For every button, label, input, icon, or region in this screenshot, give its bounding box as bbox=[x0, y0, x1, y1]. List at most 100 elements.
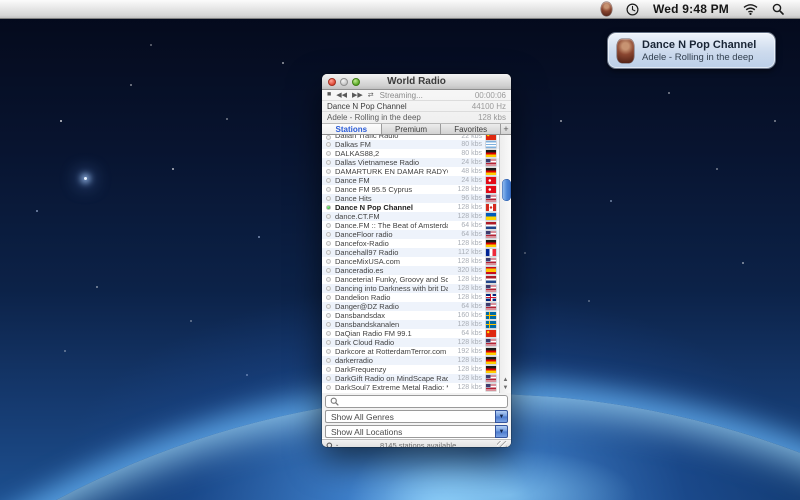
search-icon bbox=[330, 397, 339, 406]
station-name: Dancing into Darkness with brit Darbyshi… bbox=[335, 284, 448, 293]
shuffle-button[interactable]: ⇄ bbox=[368, 91, 374, 99]
station-bitrate: 128 kbs bbox=[448, 204, 482, 211]
station-row[interactable]: Danceradio.es 320 kbs bbox=[322, 266, 499, 275]
resize-grip[interactable] bbox=[497, 441, 507, 448]
station-name: Dalkas FM bbox=[335, 140, 448, 149]
location-dropdown-button[interactable]: ▼ bbox=[495, 425, 508, 438]
add-tab-button[interactable]: + bbox=[501, 124, 511, 134]
scroll-down-icon[interactable]: ▼ bbox=[503, 385, 509, 391]
station-name: dance.CT.FM bbox=[335, 212, 448, 221]
location-filter[interactable]: Show All Locations ▼ bbox=[325, 425, 508, 438]
tab-premium[interactable]: Premium bbox=[382, 124, 442, 134]
station-row[interactable]: Dance N Pop Channel 128 kbs bbox=[322, 203, 499, 212]
station-bitrate: 128 kbs bbox=[448, 357, 482, 364]
genre-dropdown-button[interactable]: ▼ bbox=[495, 410, 508, 423]
station-row[interactable]: Dancefox-Radio 128 kbs bbox=[322, 239, 499, 248]
genre-filter[interactable]: Show All Genres ▼ bbox=[325, 410, 508, 423]
current-bitrate: 128 kbs bbox=[478, 113, 506, 122]
radio-app-menu-icon[interactable] bbox=[601, 2, 612, 16]
play-status-icon bbox=[326, 331, 331, 336]
flag-ua-icon bbox=[486, 213, 496, 220]
station-row[interactable]: Dallas Vietnamese Radio 24 kbs bbox=[322, 158, 499, 167]
station-row[interactable]: Dansbandskanalen 128 kbs bbox=[322, 320, 499, 329]
menu-bar: Wed 9:48 PM bbox=[0, 0, 800, 19]
minimize-button[interactable] bbox=[340, 78, 348, 86]
zoom-button[interactable] bbox=[352, 78, 360, 86]
now-playing-notification[interactable]: Dance N Pop Channel Adele - Rolling in t… bbox=[607, 32, 776, 69]
station-name: Darkcore at RotterdamTerror.com |gabber bbox=[335, 347, 448, 356]
station-row[interactable]: DALKAS88,2 80 kbs bbox=[322, 149, 499, 158]
station-row[interactable]: DaQian Radio FM 99.1 64 kbs bbox=[322, 329, 499, 338]
chevron-down-icon: ▼ bbox=[499, 429, 505, 435]
title-bar[interactable]: World Radio bbox=[322, 74, 511, 90]
station-name: Dance Hits bbox=[335, 194, 448, 203]
station-row[interactable]: Dancing into Darkness with brit Darbyshi… bbox=[322, 284, 499, 293]
station-row[interactable]: DAMARTURK EN DAMAR RADYO 48 kbs bbox=[322, 167, 499, 176]
stop-button[interactable]: ■ bbox=[327, 91, 331, 99]
station-row[interactable]: Dance FM 95.5 Cyprus 128 kbs bbox=[322, 185, 499, 194]
list-scrollbar[interactable]: ▲ ▼ bbox=[499, 135, 511, 393]
play-status-icon bbox=[326, 349, 331, 354]
station-row[interactable]: DanceMixUSA.com 128 kbs bbox=[322, 257, 499, 266]
station-row[interactable]: Danger@DZ Radio 64 kbs bbox=[322, 302, 499, 311]
station-bitrate: 320 kbs bbox=[448, 267, 482, 274]
station-row[interactable]: Danceteria! Funky, Groovy and Soulful! 1… bbox=[322, 275, 499, 284]
wifi-icon[interactable] bbox=[743, 4, 758, 15]
station-row[interactable]: Darkcore at RotterdamTerror.com |gabber … bbox=[322, 347, 499, 356]
world-radio-window: World Radio ■ ◀◀ ▶▶ ⇄ Streaming... 00:00… bbox=[322, 74, 511, 447]
station-row[interactable]: DanceFloor radio 64 kbs bbox=[322, 230, 499, 239]
station-row[interactable]: Dandelion Radio 128 kbs bbox=[322, 293, 499, 302]
prev-button[interactable]: ◀◀ bbox=[336, 91, 347, 99]
station-name: DALKAS88,2 bbox=[335, 149, 448, 158]
station-name: DarkFrequenzy bbox=[335, 365, 448, 374]
search-icon bbox=[326, 442, 334, 448]
station-row[interactable]: Dalkas FM 80 kbs bbox=[322, 140, 499, 149]
station-list-container: Dalian Trafic Radio 22 kbs Dalkas FM 80 … bbox=[322, 135, 511, 393]
station-row[interactable]: DarkGift Radio on MindScape Radio.com 12… bbox=[322, 374, 499, 383]
station-list: Dalian Trafic Radio 22 kbs Dalkas FM 80 … bbox=[322, 135, 499, 393]
station-row[interactable]: Dance FM 24 kbs bbox=[322, 176, 499, 185]
station-name: darkerradio bbox=[335, 356, 448, 365]
station-bitrate: 64 kbs bbox=[448, 231, 482, 238]
station-row[interactable]: Dance Hits 96 kbs bbox=[322, 194, 499, 203]
close-button[interactable] bbox=[328, 78, 336, 86]
search-options-button[interactable]: ⌄ bbox=[326, 442, 339, 448]
station-row[interactable]: DarkSoul7 Extreme Metal Radio: **Live 12… bbox=[322, 383, 499, 392]
next-button[interactable]: ▶▶ bbox=[352, 91, 363, 99]
tab-favorites[interactable]: Favorites bbox=[441, 124, 501, 134]
clock-icon[interactable] bbox=[626, 3, 639, 16]
filter-panel: Show All Genres ▼ Show All Locations ▼ bbox=[322, 393, 511, 438]
tab-stations[interactable]: Stations bbox=[322, 124, 382, 134]
genre-filter-value[interactable]: Show All Genres bbox=[325, 410, 495, 423]
player-panel: ■ ◀◀ ▶▶ ⇄ Streaming... 00:00:06 Dance N … bbox=[322, 90, 511, 124]
station-name: Dansbandskanalen bbox=[335, 320, 448, 329]
search-input[interactable] bbox=[342, 397, 503, 407]
flag-cn-icon bbox=[486, 135, 496, 140]
station-bitrate: 128 kbs bbox=[448, 213, 482, 220]
location-filter-value[interactable]: Show All Locations bbox=[325, 425, 495, 438]
station-name: Dark Cloud Radio bbox=[335, 338, 448, 347]
tab-bar: Stations Premium Favorites + bbox=[322, 124, 511, 135]
spotlight-icon[interactable] bbox=[772, 3, 784, 15]
station-row[interactable]: Dark Cloud Radio 128 kbs bbox=[322, 338, 499, 347]
station-row[interactable]: Dancehall97 Radio 112 kbs bbox=[322, 248, 499, 257]
flag-us-icon bbox=[486, 231, 496, 238]
station-row[interactable]: dance.CT.FM 128 kbs bbox=[322, 212, 499, 221]
flag-tr-icon bbox=[486, 177, 496, 184]
menu-clock[interactable]: Wed 9:48 PM bbox=[653, 2, 729, 16]
scroll-up-icon[interactable]: ▲ bbox=[503, 377, 509, 383]
play-status-icon bbox=[326, 223, 331, 228]
station-row[interactable]: DarkFrequenzy 128 kbs bbox=[322, 365, 499, 374]
station-row[interactable]: Dansbandsdax 160 kbs bbox=[322, 311, 499, 320]
play-status-icon bbox=[326, 169, 331, 174]
flag-gb-icon bbox=[486, 294, 496, 301]
station-row[interactable]: Dance.FM :: The Beat of Amsterdam :: 64 … bbox=[322, 221, 499, 230]
station-name: Dance FM bbox=[335, 176, 448, 185]
station-bitrate: 24 kbs bbox=[448, 159, 482, 166]
scrollbar-thumb[interactable] bbox=[502, 179, 511, 201]
station-row[interactable]: darkerradio 128 kbs bbox=[322, 356, 499, 365]
play-status-icon bbox=[326, 187, 331, 192]
station-search-field[interactable] bbox=[325, 395, 508, 408]
station-bitrate: 128 kbs bbox=[448, 285, 482, 292]
station-name: DanceFloor radio bbox=[335, 230, 448, 239]
